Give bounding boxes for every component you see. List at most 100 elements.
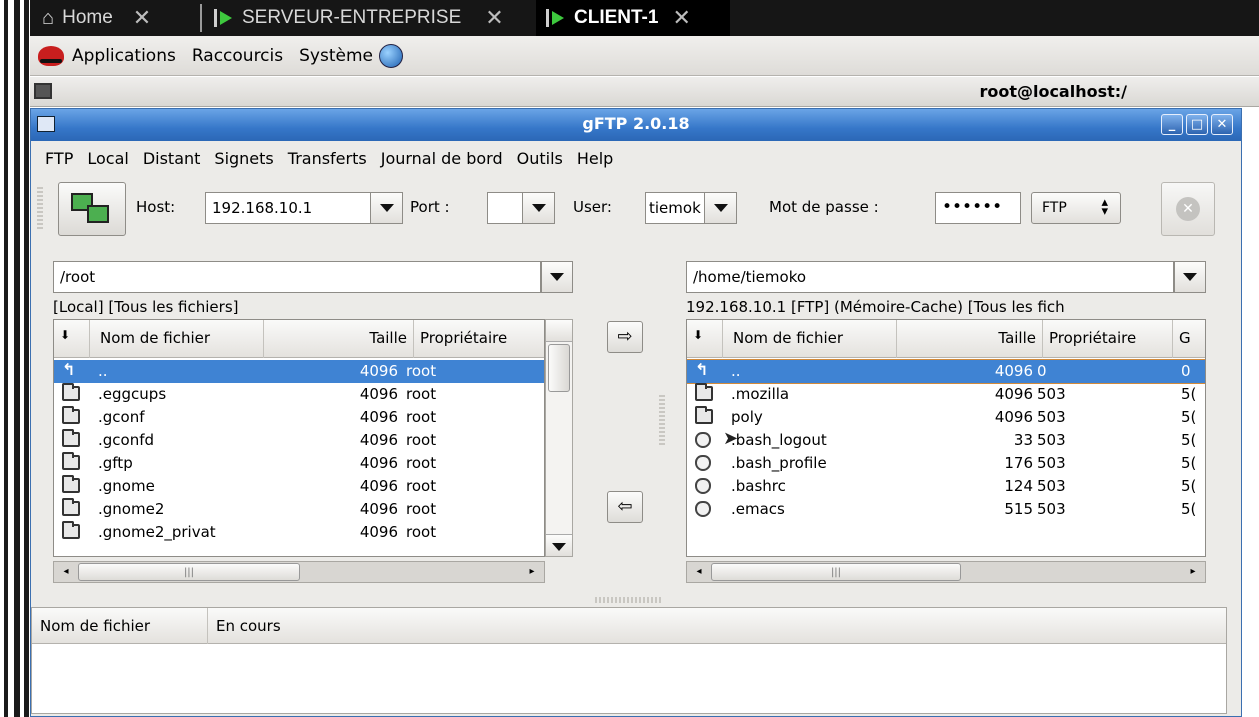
toolbar-grip[interactable]	[37, 187, 43, 229]
local-row[interactable]: .eggcups 4096 root	[54, 383, 544, 406]
local-row[interactable]: .gconf 4096 root	[54, 406, 544, 429]
sort-icon: ⬇︎	[60, 328, 71, 342]
local-row[interactable]: .gconfd 4096 root	[54, 429, 544, 452]
connect-button[interactable]	[58, 182, 126, 236]
updown-icon: ▴ ▾	[1101, 195, 1108, 219]
scroll-thumb[interactable]	[548, 344, 570, 392]
stop-button[interactable]: ✕	[1161, 182, 1215, 236]
file-owner: 503	[1037, 431, 1066, 449]
local-path-input[interactable]: /root	[53, 261, 541, 293]
local-row[interactable]: ↰ .. 4096 root	[54, 360, 544, 383]
local-row[interactable]: .gnome 4096 root	[54, 475, 544, 498]
column-header-group[interactable]: G	[1173, 320, 1205, 358]
vm-window-frame	[0, 0, 30, 717]
stop-icon: ✕	[1176, 197, 1200, 221]
file-name: poly	[731, 408, 763, 426]
file-icon	[695, 432, 711, 448]
close-icon[interactable]: ✕	[672, 5, 690, 31]
local-file-list[interactable]: ⬇︎ Nom de fichier Taille Propriétaire ↰ …	[53, 319, 545, 557]
user-dropdown[interactable]	[705, 192, 737, 224]
download-button[interactable]: ⇦	[607, 491, 643, 523]
protocol-select[interactable]: FTP ▴ ▾	[1031, 192, 1121, 224]
column-header-name[interactable]: Nom de fichier	[90, 320, 264, 358]
remote-row[interactable]: .emacs 515 503 5(	[687, 498, 1205, 521]
menu-signets[interactable]: Signets	[214, 149, 273, 168]
remote-row[interactable]: .mozilla 4096 503 5(	[687, 383, 1205, 406]
menu-help[interactable]: Help	[577, 149, 613, 168]
column-header-owner[interactable]: Propriétaire	[414, 320, 544, 358]
column-header-size[interactable]: Taille	[897, 320, 1043, 358]
close-icon[interactable]: ✕	[485, 5, 503, 31]
vm-tab-client[interactable]: CLIENT-1 ✕	[536, 0, 730, 36]
vm-tab-home[interactable]: ⌂ Home ✕	[42, 0, 151, 36]
menu-distant[interactable]: Distant	[143, 149, 201, 168]
folder-icon	[695, 383, 713, 401]
transfer-queue[interactable]: Nom de fichier En cours	[31, 607, 1227, 714]
upload-button[interactable]: ⇨	[607, 321, 643, 353]
menu-transferts[interactable]: Transferts	[288, 149, 367, 168]
vm-running-icon	[214, 9, 234, 27]
queue-splitter[interactable]	[595, 597, 661, 603]
password-input[interactable]: ••••••	[935, 192, 1021, 224]
folder-icon	[62, 498, 80, 516]
remote-file-list[interactable]: ⬇︎ Nom de fichier Taille Propriétaire G …	[686, 319, 1206, 557]
queue-column-filename[interactable]: Nom de fichier	[32, 608, 208, 644]
maximize-button[interactable]: □	[1186, 114, 1208, 135]
minimize-button[interactable]: _	[1161, 114, 1183, 135]
sort-column-header[interactable]: ⬇︎	[54, 320, 90, 358]
menu-outils[interactable]: Outils	[517, 149, 563, 168]
shortcuts-menu[interactable]: Raccourcis	[192, 46, 283, 66]
file-name: ..	[731, 362, 741, 380]
column-header-name[interactable]: Nom de fichier	[723, 320, 897, 358]
host-dropdown[interactable]	[371, 192, 403, 224]
local-status: [Local] [Tous les fichiers]	[53, 298, 239, 316]
menu-journal[interactable]: Journal de bord	[381, 149, 503, 168]
scroll-left-button[interactable]: ◂	[689, 563, 709, 581]
scroll-right-button[interactable]: ▸	[522, 563, 542, 581]
menu-local[interactable]: Local	[87, 149, 128, 168]
remote-row[interactable]: .bash_profile 176 503 5(	[687, 452, 1205, 475]
remote-path-input[interactable]: /home/tiemoko	[686, 261, 1174, 293]
scroll-thumb[interactable]: |||	[78, 563, 300, 581]
vm-tab-serveur[interactable]: SERVEUR-ENTREPRISE ✕	[200, 0, 504, 36]
scroll-right-button[interactable]: ▸	[1183, 563, 1203, 581]
file-name: .eggcups	[98, 385, 167, 403]
local-vertical-scrollbar[interactable]	[545, 319, 573, 557]
port-dropdown[interactable]	[523, 192, 555, 224]
sort-column-header[interactable]: ⬇︎	[687, 320, 723, 358]
gftp-titlebar[interactable]: gFTP 2.0.18 _ □ ✕	[31, 109, 1241, 141]
scroll-left-button[interactable]: ◂	[56, 563, 76, 581]
remote-row[interactable]: .bashrc 124 503 5(	[687, 475, 1205, 498]
close-button[interactable]: ✕	[1211, 114, 1233, 135]
remote-row[interactable]: .bash_logout 33 503 5(	[687, 429, 1205, 452]
user-input[interactable]: tiemok	[645, 192, 705, 224]
host-input[interactable]: 192.168.10.1	[205, 192, 371, 224]
menu-ftp[interactable]: FTP	[45, 149, 73, 168]
local-row[interactable]: .gftp 4096 root	[54, 452, 544, 475]
web-browser-icon[interactable]	[378, 43, 403, 68]
pane-splitter[interactable]	[659, 395, 665, 447]
scroll-thumb[interactable]: |||	[711, 563, 961, 581]
file-owner: root	[406, 500, 437, 518]
column-header-size[interactable]: Taille	[264, 320, 414, 358]
local-row[interactable]: .gnome2 4096 root	[54, 498, 544, 521]
scroll-up-button[interactable]	[546, 320, 572, 342]
local-path-dropdown[interactable]	[541, 261, 573, 293]
scroll-down-button[interactable]	[546, 534, 572, 556]
remote-row[interactable]: ↰ .. 4096 0 0	[687, 359, 1205, 384]
local-row[interactable]: .gnome2_privat 4096 root	[54, 521, 544, 544]
system-menu[interactable]: Système	[299, 43, 403, 68]
file-size: 4096	[359, 431, 398, 449]
local-list-header: ⬇︎ Nom de fichier Taille Propriétaire	[54, 320, 544, 358]
column-header-owner[interactable]: Propriétaire	[1043, 320, 1173, 358]
close-icon[interactable]: ✕	[133, 5, 151, 31]
remote-row[interactable]: poly 4096 503 5(	[687, 406, 1205, 429]
local-horizontal-scrollbar[interactable]: ◂ ||| ▸	[53, 561, 545, 583]
queue-column-progress[interactable]: En cours	[208, 608, 1226, 644]
file-owner: root	[406, 385, 437, 403]
remote-path-dropdown[interactable]	[1174, 261, 1206, 293]
port-input[interactable]	[487, 192, 523, 224]
file-size: 4096	[994, 385, 1033, 403]
applications-menu[interactable]: Applications	[38, 45, 176, 66]
remote-horizontal-scrollbar[interactable]: ◂ ||| ▸	[686, 561, 1206, 583]
